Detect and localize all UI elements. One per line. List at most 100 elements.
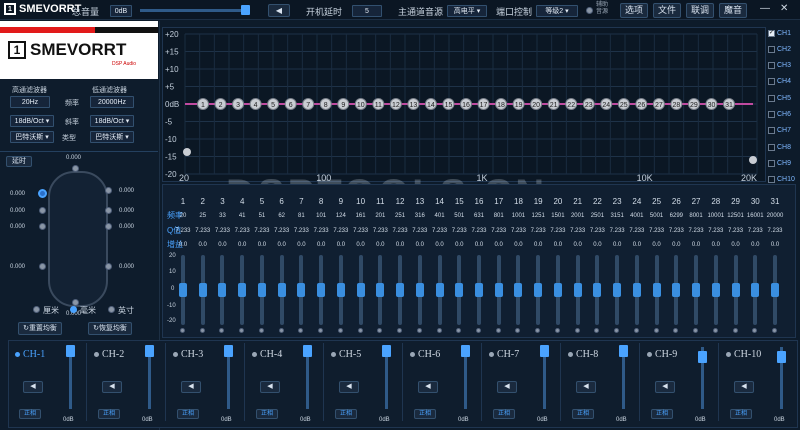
- close-button[interactable]: ✕: [780, 3, 788, 14]
- band-slider-thumb[interactable]: [475, 283, 483, 297]
- channel-checkbox-ch8[interactable]: CH8: [768, 141, 800, 153]
- lp-slope-select[interactable]: 18dB/Oct ▾: [90, 115, 134, 127]
- band-bypass-dot[interactable]: [495, 328, 501, 333]
- band-gain[interactable]: 0.0: [706, 242, 726, 248]
- phase-button[interactable]: 正相: [98, 409, 120, 419]
- band-gain[interactable]: 0.0: [765, 242, 785, 248]
- channel-checkbox-ch2[interactable]: CH2: [768, 43, 800, 55]
- band-freq[interactable]: 2501: [587, 213, 607, 219]
- output-level-thumb[interactable]: [382, 345, 391, 357]
- menu-magic-button[interactable]: 魔音: [719, 3, 747, 18]
- band-gain[interactable]: 0.0: [627, 242, 647, 248]
- lp-type-select[interactable]: 巴特沃斯 ▾: [90, 131, 134, 143]
- output-level-thumb[interactable]: [777, 351, 786, 363]
- band-slider-thumb[interactable]: [336, 283, 345, 297]
- output-mute-button[interactable]: ◀: [576, 381, 596, 393]
- band-bypass-dot[interactable]: [772, 328, 777, 333]
- output-mute-button[interactable]: ◀: [418, 381, 438, 393]
- band-slider-thumb[interactable]: [711, 283, 720, 297]
- band-q[interactable]: 7.233: [193, 228, 213, 234]
- channel-checkbox-ch4[interactable]: CH4: [768, 76, 800, 88]
- band-slider-thumb[interactable]: [652, 283, 661, 297]
- port-control-select[interactable]: 等级2 ▾: [536, 5, 578, 17]
- band-freq[interactable]: 20000: [765, 213, 785, 219]
- band-q[interactable]: 7.233: [528, 228, 548, 234]
- channel-indicator-icon[interactable]: [410, 352, 415, 357]
- band-freq[interactable]: 25: [193, 213, 213, 219]
- band-bypass-dot[interactable]: [535, 328, 541, 333]
- channel-indicator-icon[interactable]: [94, 352, 99, 357]
- band-bypass-dot[interactable]: [732, 328, 738, 333]
- band-bypass-dot[interactable]: [298, 328, 304, 333]
- band-slider-thumb[interactable]: [198, 283, 207, 297]
- band-q[interactable]: 7.233: [489, 228, 509, 234]
- band-slider-thumb[interactable]: [672, 283, 681, 297]
- band-q[interactable]: 7.233: [272, 228, 292, 234]
- band-q[interactable]: 7.233: [430, 228, 450, 234]
- band-freq[interactable]: 1251: [528, 213, 548, 219]
- band-bypass-dot[interactable]: [377, 328, 383, 333]
- delay-left-knob-2[interactable]: [39, 207, 46, 214]
- unit-mm-radio[interactable]: [70, 306, 77, 313]
- band-freq[interactable]: 33: [212, 213, 232, 219]
- band-gain[interactable]: 0.0: [351, 242, 371, 248]
- band-q[interactable]: 7.233: [212, 228, 232, 234]
- band-freq[interactable]: 501: [449, 213, 469, 219]
- band-gain[interactable]: 0.0: [311, 242, 331, 248]
- band-freq[interactable]: 251: [390, 213, 410, 219]
- output-mute-button[interactable]: ◀: [734, 381, 754, 393]
- band-bypass-dot[interactable]: [239, 328, 245, 333]
- band-bypass-dot[interactable]: [633, 328, 639, 333]
- band-bypass-dot[interactable]: [476, 328, 481, 333]
- band-freq[interactable]: 801: [489, 213, 509, 219]
- band-freq[interactable]: 631: [469, 213, 489, 219]
- eq-graph[interactable]: +20 +15 +10 +5 0dB -5 -10 -15 -20 20 100 1K 10K 20K 1 2…: [162, 27, 766, 183]
- band-slider-thumb[interactable]: [238, 283, 247, 297]
- band-gain[interactable]: 0.0: [469, 242, 489, 248]
- band-q[interactable]: 7.233: [173, 228, 193, 234]
- channel-checkbox-ch7[interactable]: CH7: [768, 125, 800, 137]
- band-bypass-dot[interactable]: [673, 328, 679, 333]
- band-gain[interactable]: 0.0: [430, 242, 450, 248]
- band-slider-thumb[interactable]: [435, 283, 444, 297]
- output-mute-button[interactable]: ◀: [260, 381, 280, 393]
- band-q[interactable]: 7.233: [706, 228, 726, 234]
- band-slider-thumb[interactable]: [297, 283, 306, 297]
- band-freq[interactable]: 4001: [627, 213, 647, 219]
- band-gain[interactable]: 0.0: [331, 242, 351, 248]
- channel-checkbox-ch9[interactable]: CH9: [768, 157, 800, 169]
- band-gain[interactable]: 0.0: [232, 242, 252, 248]
- band-gain[interactable]: 0.0: [607, 242, 627, 248]
- phase-button[interactable]: 正相: [335, 409, 357, 419]
- band-slider-thumb[interactable]: [514, 283, 523, 297]
- band-slider-thumb[interactable]: [692, 283, 701, 297]
- band-freq[interactable]: 6299: [666, 213, 686, 219]
- band-slider-thumb[interactable]: [593, 283, 602, 297]
- band-slider-thumb[interactable]: [731, 283, 740, 297]
- band-freq[interactable]: 5001: [647, 213, 667, 219]
- band-q[interactable]: 7.233: [508, 228, 528, 234]
- band-bypass-dot[interactable]: [712, 328, 718, 333]
- band-q[interactable]: 7.233: [745, 228, 765, 234]
- band-slider-thumb[interactable]: [751, 283, 760, 297]
- band-bypass-dot[interactable]: [258, 328, 264, 333]
- unit-inch-radio[interactable]: [108, 306, 115, 313]
- band-q[interactable]: 7.233: [410, 228, 430, 234]
- band-slider-thumb[interactable]: [376, 283, 385, 297]
- band-gain[interactable]: 0.0: [410, 242, 430, 248]
- delay-right-knob-3[interactable]: [105, 223, 112, 230]
- restore-eq-button[interactable]: ↻恢复均衡: [88, 322, 132, 335]
- band-gain[interactable]: 0.0: [489, 242, 509, 248]
- band-freq[interactable]: 1001: [508, 213, 528, 219]
- band-gain[interactable]: 0.0: [548, 242, 568, 248]
- band-freq[interactable]: 124: [331, 213, 351, 219]
- band-gain[interactable]: 0.0: [508, 242, 528, 248]
- mute-button[interactable]: ◀: [268, 4, 290, 17]
- band-bypass-dot[interactable]: [574, 328, 580, 333]
- band-q[interactable]: 7.233: [686, 228, 706, 234]
- phase-button[interactable]: 正相: [730, 409, 752, 419]
- band-freq[interactable]: 316: [410, 213, 430, 219]
- band-gain[interactable]: 0.0: [686, 242, 706, 248]
- delay-left-knob-3[interactable]: [39, 223, 46, 230]
- band-freq[interactable]: 41: [232, 213, 252, 219]
